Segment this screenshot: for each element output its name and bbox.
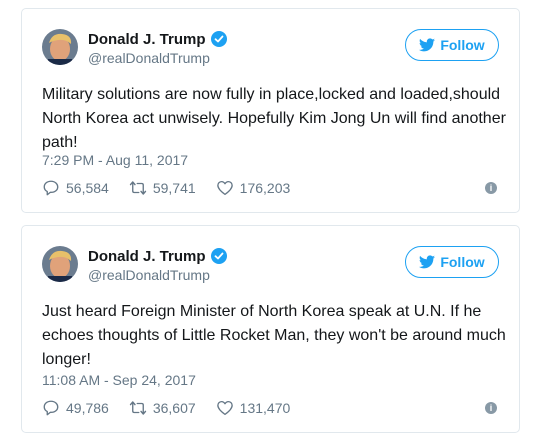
- retweet-icon: [129, 181, 147, 195]
- display-name[interactable]: Donald J. Trump: [88, 248, 206, 265]
- follow-button[interactable]: Follow: [405, 29, 499, 61]
- name-row: Donald J. Trump: [88, 246, 227, 266]
- heart-icon: [216, 180, 233, 196]
- timestamp[interactable]: 7:29 PM - Aug 11, 2017: [42, 152, 188, 168]
- verified-badge-icon: [210, 248, 227, 264]
- tweet-actions: 49,786 36,607 131,470: [42, 399, 310, 417]
- verified-badge-icon: [210, 31, 227, 47]
- avatar[interactable]: [42, 29, 78, 65]
- reply-count: 49,786: [66, 400, 109, 416]
- reply-button[interactable]: 56,584: [42, 179, 109, 197]
- twitter-bird-icon: [419, 255, 436, 269]
- like-count: 131,470: [239, 400, 291, 416]
- tweet-card[interactable]: Donald J. Trump @realDonaldTrump Follow …: [21, 8, 520, 213]
- avatar[interactable]: [42, 246, 78, 282]
- like-count: 176,203: [239, 180, 291, 196]
- retweet-icon: [129, 401, 147, 415]
- display-name[interactable]: Donald J. Trump: [88, 31, 206, 48]
- reply-icon: [43, 180, 59, 196]
- heart-icon: [216, 400, 233, 416]
- info-icon[interactable]: i: [485, 182, 497, 194]
- like-button[interactable]: 131,470: [216, 399, 291, 417]
- follow-button[interactable]: Follow: [405, 246, 499, 278]
- retweet-count: 59,741: [152, 180, 196, 196]
- user-handle[interactable]: @realDonaldTrump: [88, 50, 210, 66]
- reply-button[interactable]: 49,786: [42, 399, 109, 417]
- tweet-card[interactable]: Donald J. Trump @realDonaldTrump Follow …: [21, 225, 520, 433]
- retweet-count: 36,607: [152, 400, 196, 416]
- tweet-text: Military solutions are now fully in plac…: [42, 86, 506, 151]
- name-row: Donald J. Trump: [88, 29, 227, 49]
- twitter-bird-icon: [419, 38, 436, 52]
- retweet-button[interactable]: 36,607: [129, 399, 196, 417]
- tweet-actions: 56,584 59,741 176,203: [42, 179, 310, 197]
- timestamp[interactable]: 11:08 AM - Sep 24, 2017: [42, 372, 196, 388]
- reply-icon: [43, 400, 59, 416]
- follow-label: Follow: [440, 254, 485, 270]
- tweet-text: Just heard Foreign Minister of North Kor…: [42, 303, 506, 368]
- reply-count: 56,584: [66, 180, 109, 196]
- like-button[interactable]: 176,203: [216, 179, 291, 197]
- follow-label: Follow: [440, 37, 485, 53]
- user-handle[interactable]: @realDonaldTrump: [88, 267, 210, 283]
- info-icon[interactable]: i: [485, 402, 497, 414]
- retweet-button[interactable]: 59,741: [129, 179, 196, 197]
